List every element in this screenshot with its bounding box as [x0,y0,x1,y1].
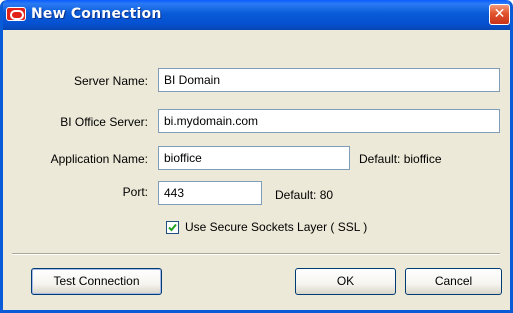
cancel-button[interactable]: Cancel [405,268,502,295]
title-bar[interactable]: New Connection ✕ [3,0,510,30]
checkmark-icon [168,223,177,232]
ok-button[interactable]: OK [295,268,396,295]
oracle-icon [6,7,26,21]
bi-office-server-label: BI Office Server: [60,115,148,129]
separator [12,253,500,255]
close-button[interactable]: ✕ [489,4,510,25]
port-input[interactable]: 443 [158,181,262,205]
application-name-default-hint: Default: bioffice [359,152,442,166]
port-label: Port: [122,185,148,199]
close-icon: ✕ [493,6,506,22]
port-default-hint: Default: 80 [275,188,334,202]
application-name-input[interactable]: bioffice [158,146,350,170]
test-connection-button[interactable]: Test Connection [31,268,162,295]
ssl-checkbox-label[interactable]: Use Secure Sockets Layer ( SSL ) [185,220,367,234]
bi-office-server-input[interactable]: bi.mydomain.com [158,109,500,133]
ssl-checkbox[interactable] [166,221,179,234]
server-name-input[interactable]: BI Domain [158,68,500,92]
new-connection-dialog: New Connection ✕ Server Name: BI Domain … [0,0,513,313]
server-name-label: Server Name: [73,74,148,88]
application-name-label: Application Name: [50,152,148,166]
window-title: New Connection [31,6,162,22]
